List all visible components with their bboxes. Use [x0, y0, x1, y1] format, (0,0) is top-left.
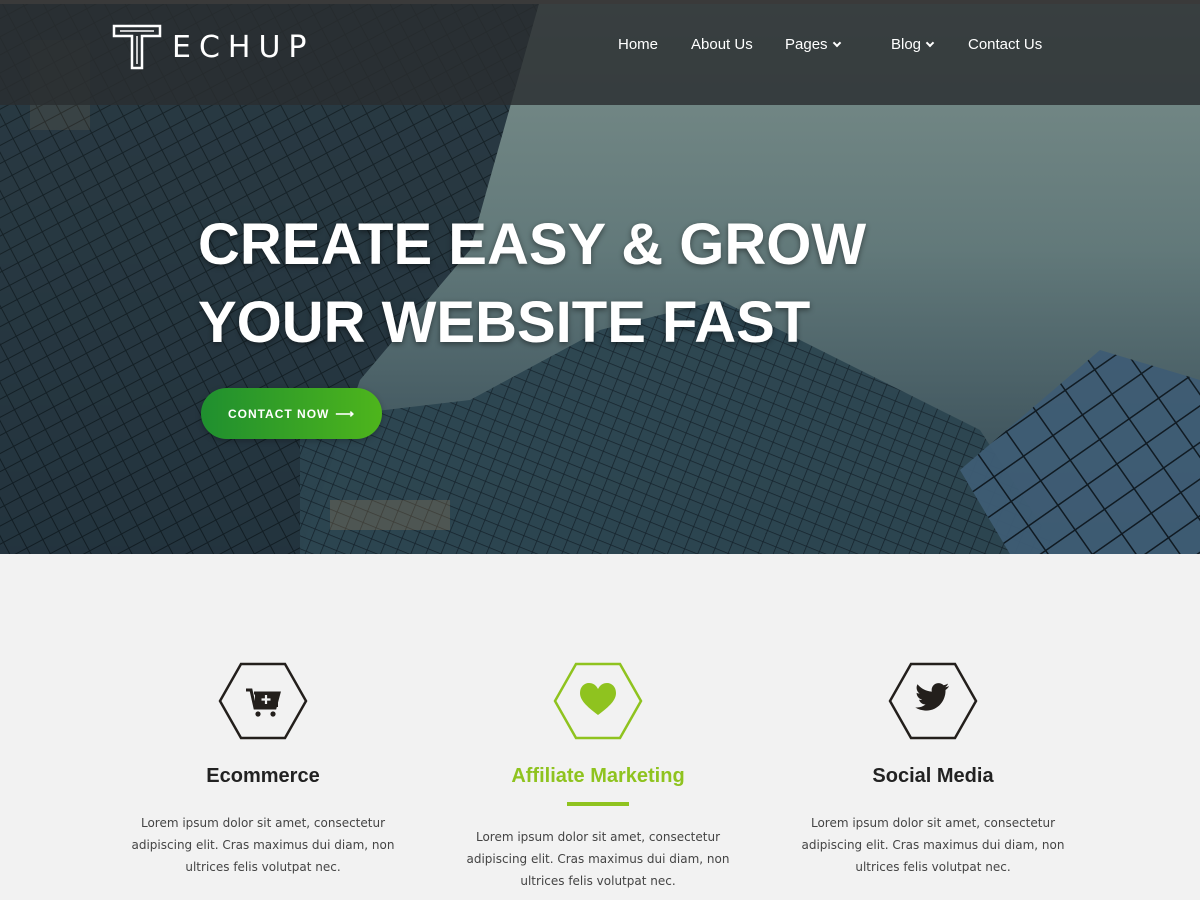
- feature-title: Affiliate Marketing: [511, 765, 685, 787]
- feature-title: Social Media: [872, 765, 994, 787]
- feature-description: Lorem ipsum dolor sit amet, consectetur …: [801, 816, 1065, 874]
- nav-contact-us-label: Contact Us: [968, 36, 1043, 53]
- active-underline: [567, 802, 629, 806]
- hero-headline-line1: CREATE EASY & GROW: [198, 212, 867, 277]
- nav-about-us[interactable]: About Us: [691, 30, 753, 60]
- feature-description: Lorem ipsum dolor sit amet, consectetur …: [466, 830, 730, 888]
- feature-title: Ecommerce: [206, 765, 320, 787]
- feature-social-media: Social Media Lorem ipsum dolor sit amet,…: [773, 662, 1093, 878]
- nav-blog-label: Blog: [891, 36, 922, 53]
- chevron-down-icon: [832, 38, 841, 48]
- nav-home-label: Home: [618, 36, 659, 53]
- feature-ecommerce: Ecommerce Lorem ipsum dolor sit amet, co…: [103, 662, 423, 878]
- twitter-icon[interactable]: [888, 662, 978, 740]
- main-navigation: Home About Us Pages Blog Contact Us: [0, 30, 1200, 60]
- arrow-right-icon: ⟶: [335, 405, 356, 421]
- heart-icon[interactable]: [553, 662, 643, 740]
- hero-banner: ECHUP Home About Us Pages Blog Contact U…: [0, 0, 1200, 554]
- hero-headline: CREATE EASY & GROW YOUR WEBSITE FAST: [198, 206, 958, 362]
- nav-pages-label: Pages: [785, 36, 828, 53]
- nav-home[interactable]: Home: [618, 30, 658, 60]
- cart-plus-icon[interactable]: [218, 662, 308, 740]
- nav-about-us-label: About Us: [691, 36, 753, 53]
- feature-description: Lorem ipsum dolor sit amet, consectetur …: [131, 816, 395, 874]
- chevron-down-icon: [925, 38, 935, 48]
- hero-headline-line2: YOUR WEBSITE FAST: [198, 290, 811, 355]
- nav-blog[interactable]: Blog: [891, 30, 935, 60]
- feature-affiliate-marketing: Affiliate Marketing Lorem ipsum dolor si…: [438, 662, 758, 892]
- contact-now-label: CONTACT NOW: [227, 406, 330, 421]
- contact-now-button[interactable]: CONTACT NOW ⟶: [201, 388, 382, 439]
- nav-contact-us[interactable]: Contact Us: [968, 30, 1042, 60]
- nav-pages[interactable]: Pages: [785, 30, 841, 60]
